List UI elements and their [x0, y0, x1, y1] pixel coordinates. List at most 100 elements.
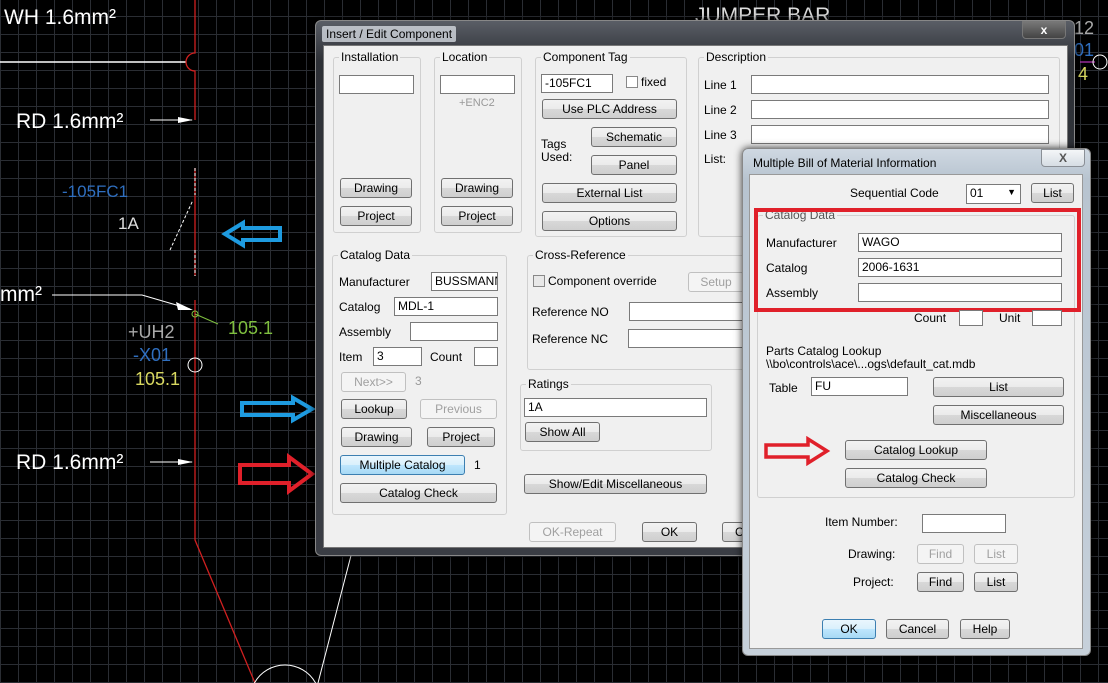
drawing-list-button[interactable]: List [974, 544, 1018, 564]
ratings-input[interactable]: 1A [524, 398, 707, 417]
close-button[interactable]: x [1022, 21, 1066, 39]
item-number-input[interactable] [922, 514, 1006, 533]
installation-label: +UH2 [128, 322, 175, 342]
show-edit-miscellaneous-button[interactable]: Show/Edit Miscellaneous [524, 474, 707, 494]
fixed-checkbox[interactable] [626, 76, 638, 88]
wire-label: mm² [0, 283, 42, 306]
project-label: Project: [853, 575, 894, 589]
tags-used-label: Tags Used: [541, 137, 573, 164]
manufacturer-label: Manufacturer [339, 275, 410, 289]
catalog-check-button[interactable]: Catalog Check [340, 483, 497, 503]
description-line2-input[interactable] [751, 100, 1049, 119]
schematic-button[interactable]: Schematic [591, 127, 677, 147]
count-label: Count [914, 311, 947, 325]
use-plc-address-button[interactable]: Use PLC Address [542, 99, 677, 119]
table-list-button[interactable]: List [933, 377, 1064, 397]
catalog-input[interactable]: MDL-1 [394, 297, 498, 316]
list-label: List: [704, 152, 727, 166]
dialog-title: Multiple Bill of Material Information [753, 156, 937, 170]
count-input[interactable] [474, 347, 498, 366]
catalog-label: Catalog [766, 261, 808, 275]
line1-label: Line 1 [704, 78, 737, 92]
reference-label: 105.1 [228, 318, 274, 338]
assembly-label: Assembly [339, 325, 392, 339]
edge-label: 01 [1074, 40, 1095, 60]
close-button[interactable]: X [1041, 149, 1085, 167]
installation-input[interactable] [339, 75, 414, 94]
assembly-label: Assembly [766, 286, 819, 300]
catalog-check-button[interactable]: Catalog Check [845, 468, 987, 488]
external-list-button[interactable]: External List [542, 183, 677, 203]
fixed-label: fixed [641, 75, 667, 89]
ok-repeat-button[interactable]: OK-Repeat [529, 522, 616, 542]
location-drawing-button[interactable]: Drawing [441, 178, 513, 198]
line3-label: Line 3 [704, 128, 737, 142]
sequential-code-select[interactable]: 01 ▼ [966, 184, 1021, 204]
component-override-label: Component override [548, 274, 657, 288]
parts-catalog-lookup-label: Parts Catalog Lookup [766, 344, 882, 358]
catalog-drawing-button[interactable]: Drawing [341, 427, 412, 447]
drawing-label: Drawing: [848, 547, 896, 561]
miscellaneous-button[interactable]: Miscellaneous [933, 405, 1064, 425]
sequential-list-button[interactable]: List [1031, 183, 1074, 203]
rating-label: 1A [118, 214, 139, 233]
catalog-label: Catalog [339, 300, 381, 314]
count-label: Count [430, 350, 463, 364]
item-input[interactable]: 3 [373, 347, 422, 366]
installation-project-button[interactable]: Project [340, 206, 412, 226]
edge-label: 12 [1074, 18, 1095, 38]
description-line3-input[interactable] [751, 125, 1049, 144]
catalog-input[interactable]: 2006-1631 [858, 258, 1062, 277]
assembly-input[interactable] [858, 283, 1062, 302]
wire-label: WH 1.6mm² [4, 6, 116, 29]
item-number-label: Item Number: [825, 515, 898, 529]
ok-button[interactable]: OK [822, 619, 876, 639]
wire-label: RD 1.6mm² [16, 110, 124, 133]
show-all-button[interactable]: Show All [525, 422, 600, 442]
catalog-path: \\bo\controls\ace\...ogs\default_cat.mdb [766, 357, 976, 371]
help-button[interactable]: Help [960, 619, 1010, 639]
reference-no-label: Reference NO [532, 305, 609, 319]
red-arrow-right-icon [764, 436, 831, 466]
project-list-button[interactable]: List [974, 572, 1018, 592]
wire-label: RD 1.6mm² [16, 451, 124, 474]
installation-drawing-button[interactable]: Drawing [340, 178, 412, 198]
component-override-checkbox[interactable] [533, 275, 545, 287]
manufacturer-input[interactable]: BUSSMANN [431, 272, 498, 291]
location-input[interactable] [440, 75, 515, 94]
terminal-label: -X01 [133, 345, 172, 365]
unit-input[interactable] [1032, 310, 1062, 326]
table-input[interactable]: FU [811, 377, 908, 396]
line2-label: Line 2 [704, 103, 737, 117]
reference-no-input[interactable] [629, 302, 749, 321]
manufacturer-input[interactable]: WAGO [858, 233, 1062, 252]
sequential-code-label: Sequential Code [850, 186, 939, 200]
cancel-button[interactable]: Cancel [886, 619, 949, 639]
reference-label: 105.1 [135, 369, 181, 389]
previous-button[interactable]: Previous [420, 399, 497, 419]
ok-button[interactable]: OK [642, 522, 697, 542]
options-button[interactable]: Options [542, 211, 677, 231]
panel-button[interactable]: Panel [591, 155, 677, 175]
catalog-project-button[interactable]: Project [427, 427, 495, 447]
location-project-button[interactable]: Project [441, 206, 513, 226]
assembly-input[interactable] [410, 322, 498, 341]
edge-label: 4 [1078, 64, 1089, 84]
setup-button[interactable]: Setup [688, 272, 744, 292]
multiple-catalog-count: 1 [474, 458, 481, 472]
multiple-catalog-button[interactable]: Multiple Catalog [340, 455, 465, 475]
component-tag-input[interactable]: -105FC1 [541, 74, 613, 93]
reference-nc-input[interactable] [628, 329, 748, 348]
catalog-lookup-button[interactable]: Catalog Lookup [845, 440, 987, 460]
count-input[interactable] [959, 310, 983, 326]
project-find-button[interactable]: Find [917, 572, 964, 592]
lookup-button[interactable]: Lookup [341, 399, 407, 419]
description-line1-input[interactable] [751, 75, 1049, 94]
component-tag-label: -105FC1 [62, 182, 129, 201]
reference-nc-label: Reference NC [532, 332, 609, 346]
dialog-title: Insert / Edit Component [322, 26, 457, 42]
next-count: 3 [415, 374, 422, 388]
next-button[interactable]: Next>> [341, 372, 406, 392]
red-arrow-right-icon [238, 453, 316, 495]
drawing-find-button[interactable]: Find [917, 544, 964, 564]
